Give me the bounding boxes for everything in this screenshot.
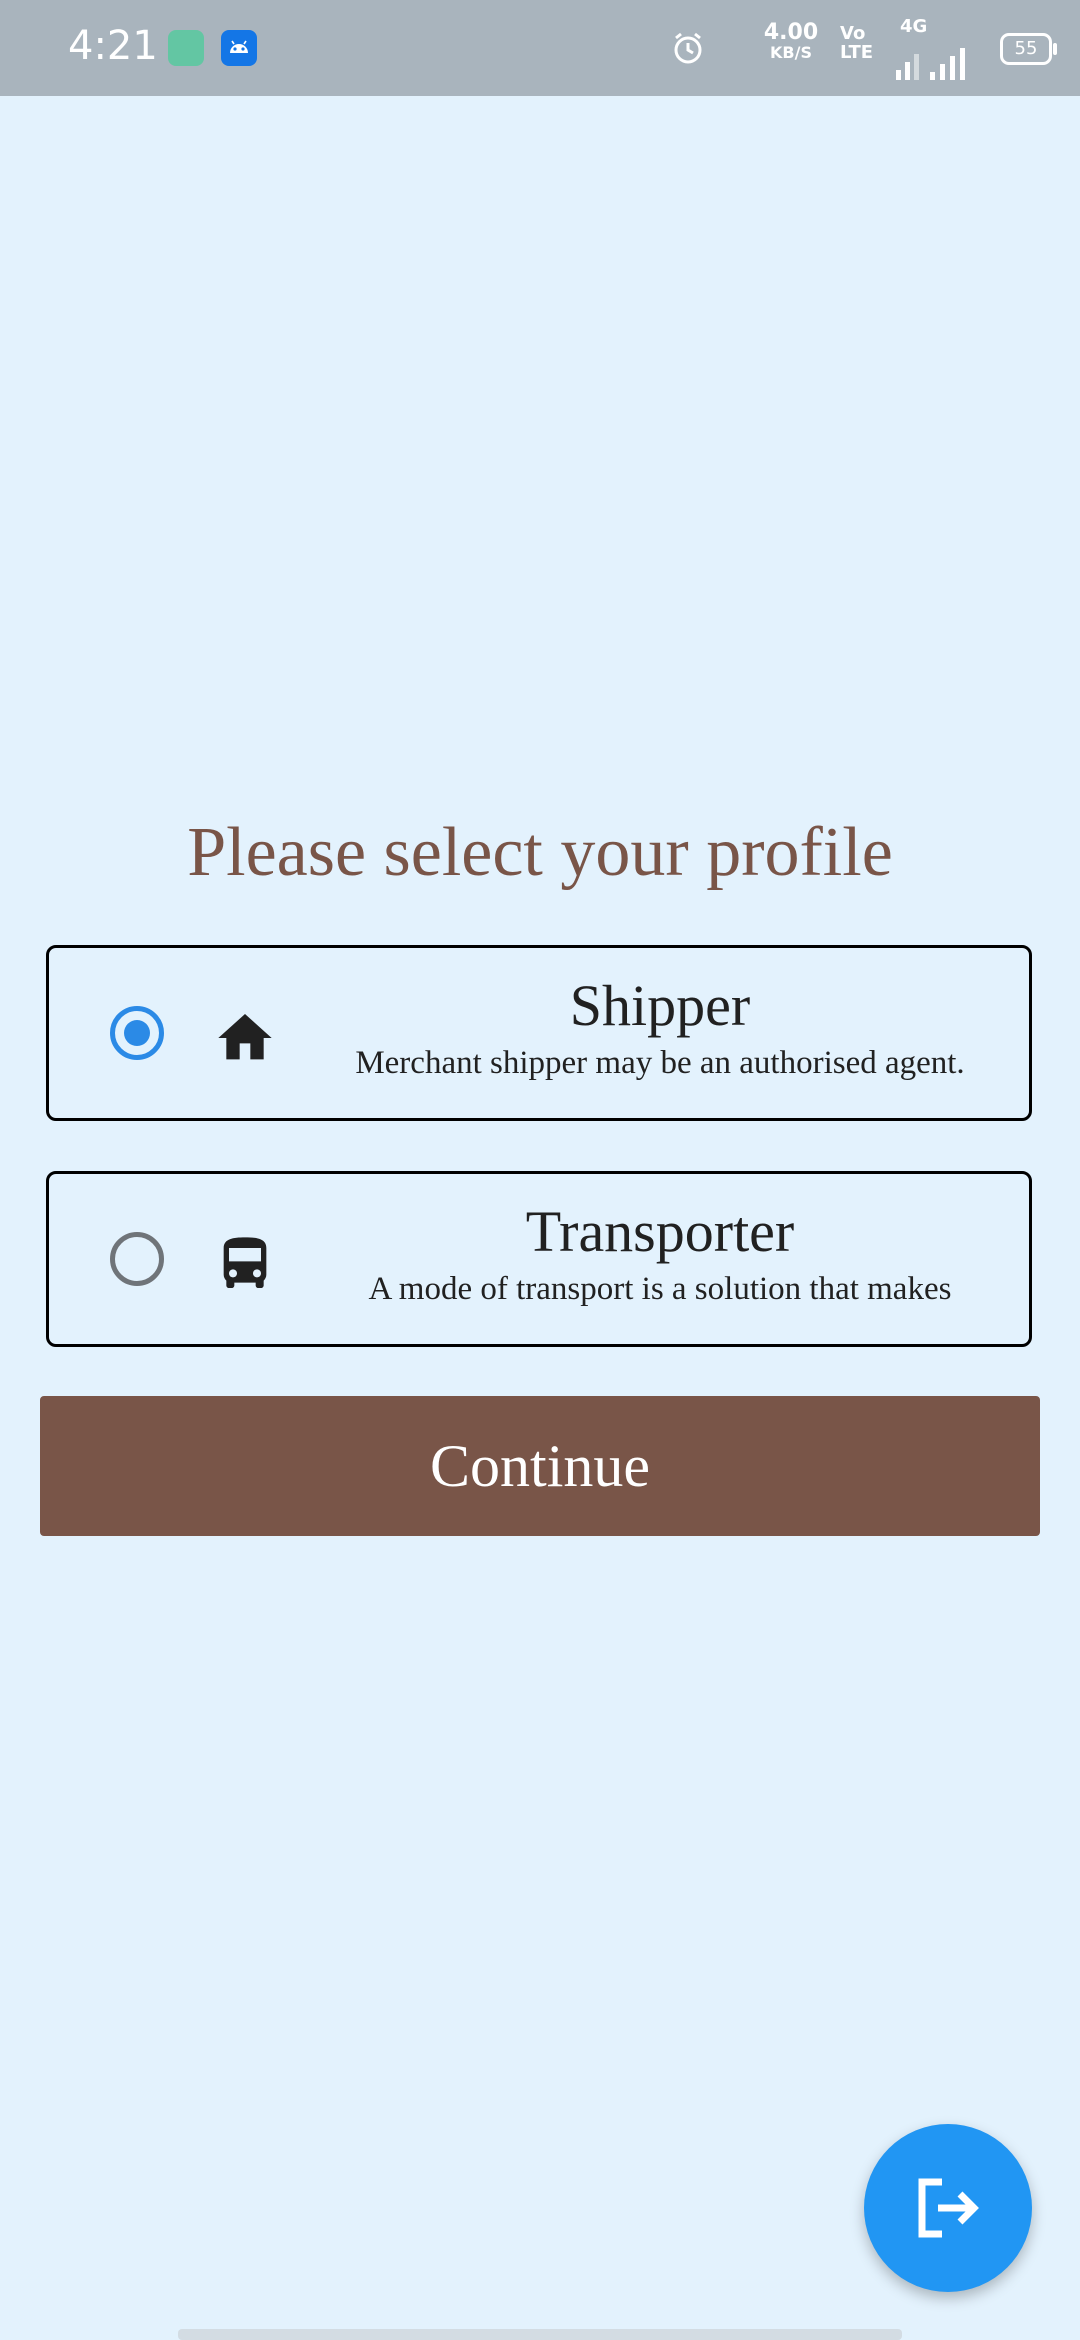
status-indicators: 4.00 KB/S Vo LTE 4G 55 xyxy=(660,0,1080,96)
continue-button[interactable]: Continue xyxy=(40,1396,1040,1536)
option-title: Shipper xyxy=(569,973,751,1038)
transporter-text: Transporter A mode of transport is a sol… xyxy=(317,1199,1003,1313)
status-bar: 4:21 4.00 KB/S Vo LTE 4G 55 xyxy=(0,0,1080,96)
profile-option-shipper[interactable]: Shipper Merchant shipper may be an autho… xyxy=(46,945,1032,1121)
android-icon xyxy=(221,30,257,66)
network-type: 4G xyxy=(900,16,928,37)
volte-indicator: Vo LTE xyxy=(840,23,874,63)
alarm-icon xyxy=(670,30,706,70)
logout-fab[interactable] xyxy=(864,2124,1032,2292)
signal-icon-2 xyxy=(928,44,972,86)
profile-option-transporter[interactable]: Transporter A mode of transport is a sol… xyxy=(46,1171,1032,1347)
signal-icon-1 xyxy=(892,36,932,86)
shipper-text: Shipper Merchant shipper may be an autho… xyxy=(317,973,1003,1087)
page-title: Please select your profile xyxy=(187,814,893,891)
option-title: Transporter xyxy=(525,1199,795,1264)
status-time: 4:21 xyxy=(68,23,158,69)
net-speed: 4.00 KB/S xyxy=(763,20,819,62)
option-subtitle: A mode of transport is a solution that m… xyxy=(368,1271,952,1307)
battery-icon: 55 xyxy=(1000,33,1057,65)
app-notification-icon xyxy=(168,30,204,66)
option-subtitle: Merchant shipper may be an authorised ag… xyxy=(355,1045,965,1081)
gesture-bar xyxy=(178,2329,902,2340)
home-icon xyxy=(213,1006,277,1070)
bus-icon xyxy=(213,1232,277,1296)
logout-icon xyxy=(918,2178,979,2238)
radio-transporter[interactable] xyxy=(110,1232,164,1286)
radio-shipper[interactable] xyxy=(110,1006,164,1060)
